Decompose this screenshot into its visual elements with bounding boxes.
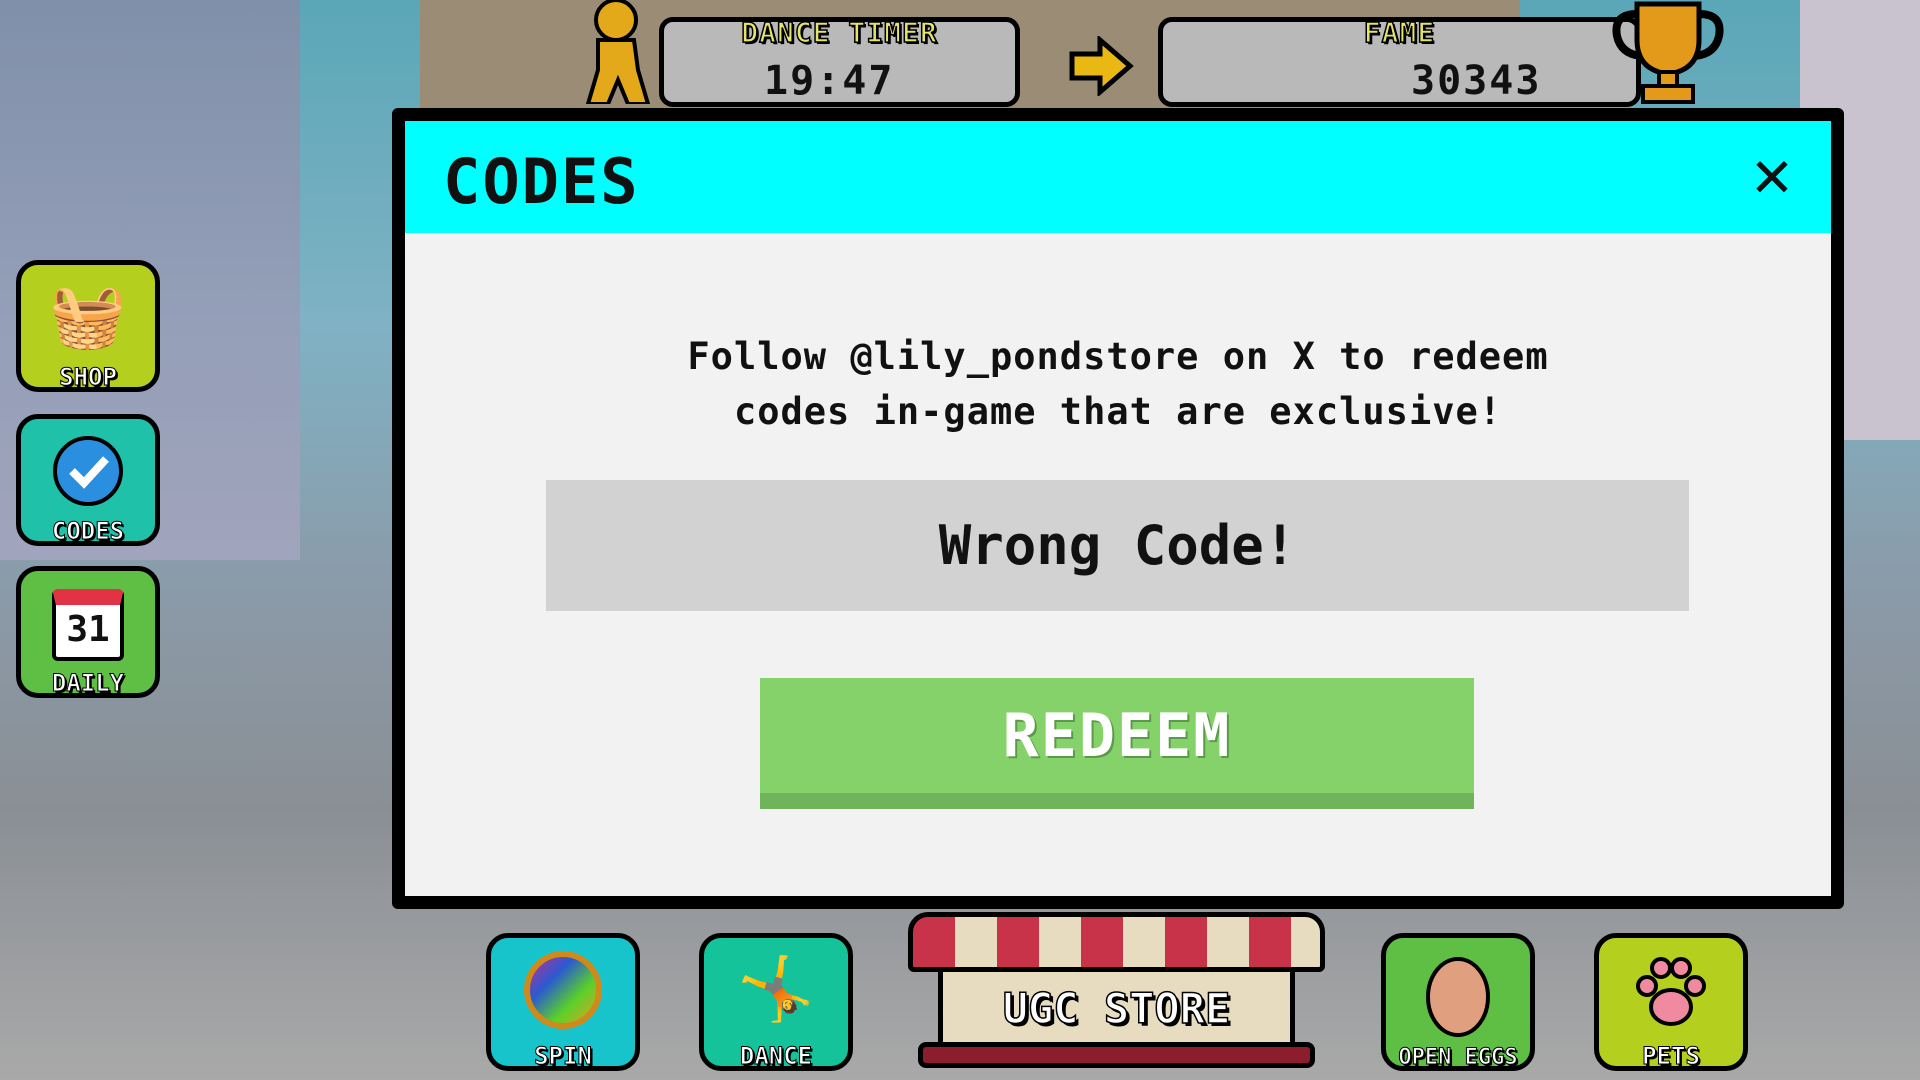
pets-button[interactable]: PETS	[1594, 933, 1748, 1071]
ugc-store-label: UGC STORE	[1002, 983, 1231, 1034]
dialog-description: Follow @lily_pondstore on X to redeem co…	[405, 329, 1831, 439]
redeem-button[interactable]: REDEEM	[760, 678, 1474, 809]
calendar-icon: 31	[52, 589, 124, 661]
dancer-icon: 🤸	[737, 952, 815, 1025]
dance-timer-panel: DANCE TIMER 19:47	[659, 15, 1020, 107]
open-eggs-button[interactable]: OPEN EGGS	[1381, 933, 1535, 1071]
dance-button[interactable]: 🤸 DANCE	[699, 933, 853, 1071]
fame-value: 30343	[1411, 58, 1542, 104]
close-icon[interactable]: ✕	[1737, 139, 1807, 209]
fame-label: FAME	[1363, 15, 1436, 50]
egg-icon	[1423, 952, 1493, 1054]
storefront-icon	[908, 912, 1325, 972]
code-input[interactable]	[546, 480, 1689, 611]
dancer-figure-icon	[578, 0, 656, 106]
sidebar-codes-button[interactable]: CODES	[16, 414, 160, 546]
basket-icon: 🧺	[49, 279, 127, 352]
spin-label: SPIN	[534, 1042, 593, 1071]
verified-check-icon	[50, 433, 126, 525]
open-eggs-label: OPEN EGGS	[1398, 1045, 1518, 1071]
dialog-title: CODES	[443, 145, 640, 218]
spin-wheel-icon	[523, 950, 603, 1046]
dance-label: DANCE	[739, 1042, 813, 1071]
daily-label: DAILY	[51, 669, 125, 698]
sidebar-daily-button[interactable]: 31 DAILY	[16, 566, 160, 698]
paw-icon	[1631, 952, 1711, 1048]
spin-button[interactable]: SPIN	[486, 933, 640, 1071]
sidebar-shop-button[interactable]: 🧺 SHOP	[16, 260, 160, 392]
dance-timer-label: DANCE TIMER	[741, 15, 938, 50]
shop-label: SHOP	[59, 363, 118, 392]
description-line-2: codes in-game that are exclusive!	[733, 390, 1503, 433]
fame-panel: FAME 30343	[1158, 15, 1641, 107]
description-line-1: Follow @lily_pondstore on X to redeem	[687, 335, 1549, 378]
codes-dialog: CODES ✕ Follow @lily_pondstore on X to r…	[392, 108, 1844, 909]
codes-label: CODES	[51, 517, 125, 546]
arrow-right-icon	[1068, 34, 1134, 100]
pets-label: PETS	[1642, 1042, 1701, 1071]
trophy-icon	[1607, 0, 1729, 110]
ugc-store-button[interactable]: UGC STORE	[908, 912, 1325, 1071]
dialog-header: CODES ✕	[405, 121, 1831, 233]
dance-timer-value: 19:47	[764, 58, 895, 104]
